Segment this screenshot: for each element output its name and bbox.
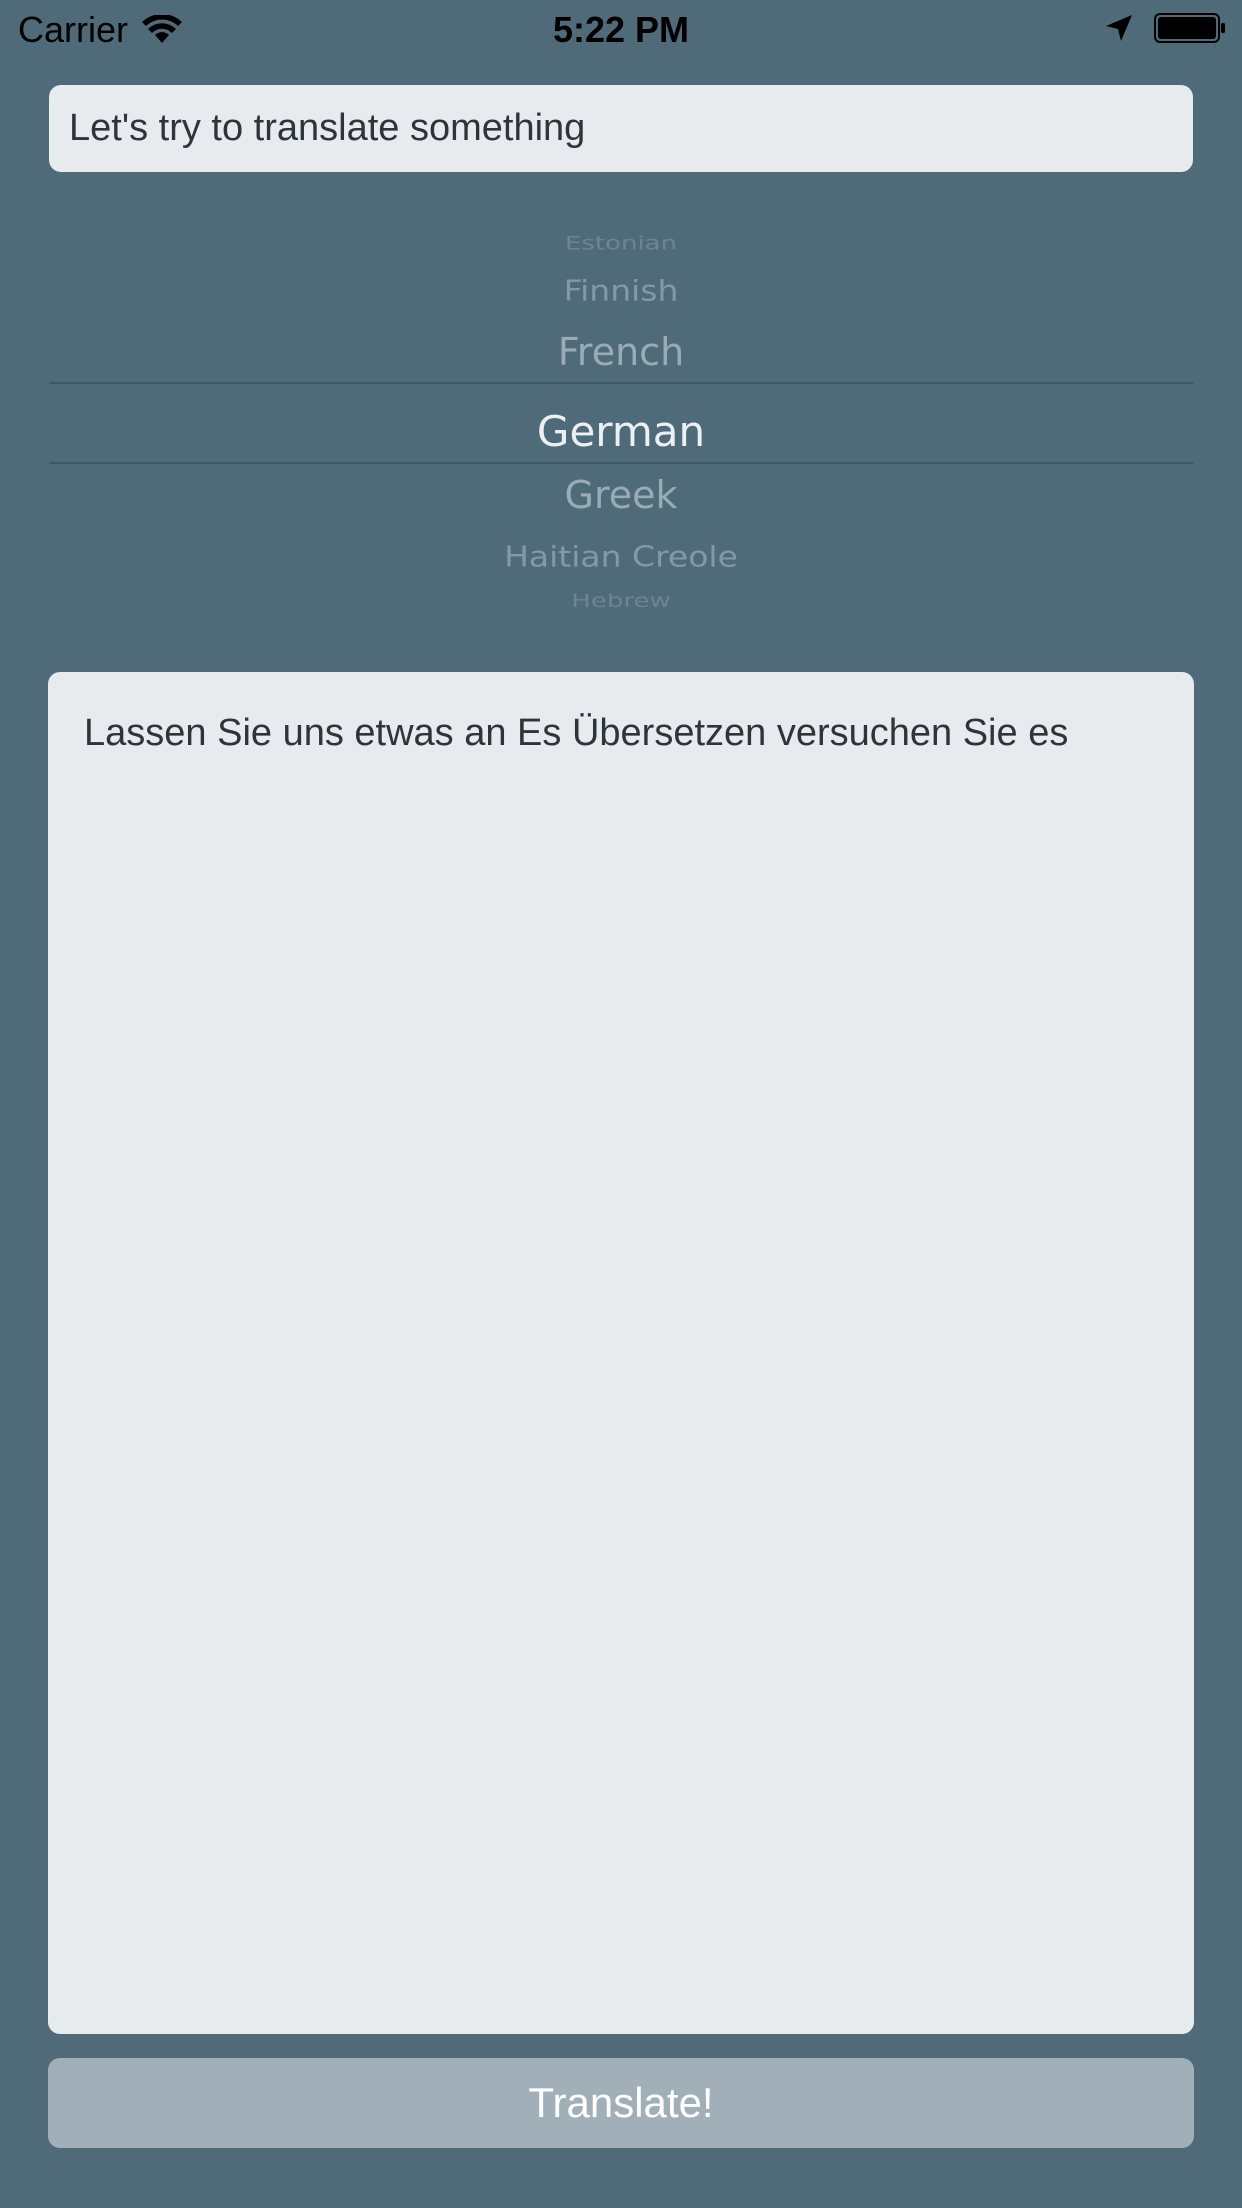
translate-button[interactable]: Translate!	[48, 2058, 1194, 2148]
status-time: 5:22 PM	[552, 9, 690, 50]
picker-item[interactable]: Estonian	[49, 234, 1193, 251]
picker-item[interactable]: French	[49, 327, 1193, 377]
translation-output-text: Lassen Sie uns etwas an Es Übersetzen ve…	[84, 712, 1069, 754]
translation-output[interactable]: Lassen Sie uns etwas an Es Übersetzen ve…	[48, 672, 1194, 2034]
source-text-input[interactable]	[49, 85, 1193, 172]
location-arrow-icon	[1106, 15, 1132, 41]
picker-selection-top-divider	[49, 382, 1193, 384]
picker-selected-item[interactable]: German	[49, 400, 1193, 464]
language-picker[interactable]: Estonian Finnish French German Greek Hai…	[49, 220, 1193, 620]
battery-icon	[1154, 13, 1225, 43]
status-bar: Carrier 5:22 PM	[0, 0, 1242, 60]
picker-item[interactable]: Greek	[49, 470, 1193, 520]
picker-item[interactable]: Haitian Creole	[49, 536, 1193, 579]
picker-selection-bottom-divider	[49, 462, 1193, 464]
status-right-group	[1104, 12, 1226, 44]
picker-item[interactable]: Hebrew	[49, 594, 1193, 611]
picker-item[interactable]: Finnish	[49, 270, 1193, 313]
